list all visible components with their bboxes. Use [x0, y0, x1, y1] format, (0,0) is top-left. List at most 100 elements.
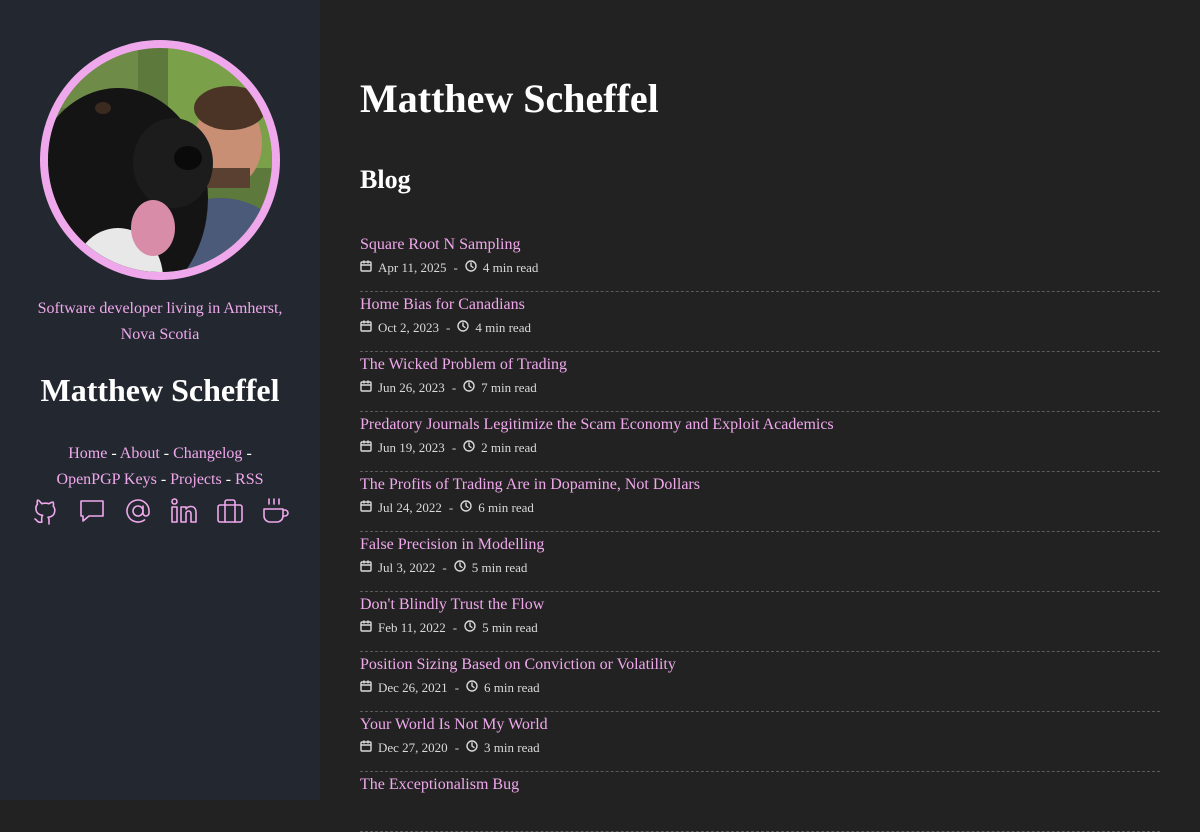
post-title-link[interactable]: Square Root N Sampling: [360, 232, 1160, 257]
nav-link-changelog[interactable]: Changelog: [173, 445, 242, 462]
calendar-icon: [360, 738, 378, 758]
post-read-time: 5 min read: [471, 560, 528, 575]
post-title-link[interactable]: The Profits of Trading Are in Dopamine, …: [360, 472, 1160, 497]
post-read-time: 7 min read: [481, 380, 537, 395]
post-meta: Oct 2, 2023- 4 min read: [360, 318, 1160, 338]
clock-icon: [463, 378, 481, 398]
main-content: Matthew Scheffel Blog Square Root N Samp…: [360, 0, 1160, 832]
meta-separator: -: [454, 680, 460, 695]
calendar-icon: [360, 558, 378, 578]
clock-icon: [460, 498, 478, 518]
github-icon[interactable]: [30, 495, 62, 527]
clock-icon: [454, 558, 472, 578]
linkedin-icon[interactable]: [168, 495, 200, 527]
post-date: Dec 27, 2020: [378, 740, 448, 755]
sidebar-nav: Home - About - Changelog - OpenPGP Keys …: [20, 441, 300, 493]
post-date: Feb 11, 2022: [378, 620, 446, 635]
post-item: The Wicked Problem of Trading Jun 26, 202…: [360, 352, 1160, 412]
social-links: [30, 494, 292, 528]
nav-link-projects[interactable]: Projects: [170, 471, 222, 488]
post-item: The Profits of Trading Are in Dopamine, …: [360, 472, 1160, 532]
clock-icon: [465, 258, 483, 278]
calendar-icon: [360, 378, 378, 398]
nav-separator: -: [163, 445, 170, 462]
post-meta: Dec 27, 2020- 3 min read: [360, 738, 1160, 758]
post-read-time: 6 min read: [484, 680, 540, 695]
post-title-link[interactable]: The Exceptionalism Bug: [360, 772, 1160, 797]
sidebar: Software developer living in Amherst, No…: [0, 0, 320, 800]
tagline: Software developer living in Amherst, No…: [37, 300, 283, 343]
clock-icon: [457, 318, 475, 338]
post-read-time: 4 min read: [482, 260, 539, 275]
meta-separator: -: [442, 560, 447, 575]
calendar-icon: [360, 438, 378, 458]
meta-separator: -: [454, 740, 460, 755]
meta-separator: -: [453, 260, 458, 275]
post-read-time: 4 min read: [475, 320, 531, 335]
meta-separator: -: [451, 440, 457, 455]
clock-icon: [464, 618, 482, 638]
post-meta: Feb 11, 2022- 5 min read: [360, 618, 1160, 638]
clock-icon: [463, 438, 481, 458]
post-item: Your World Is Not My World Dec 27, 2020- 3…: [360, 712, 1160, 772]
calendar-icon: [360, 498, 378, 518]
post-date: Jun 26, 2023: [378, 380, 445, 395]
post-item: Predatory Journals Legitimize the Scam E…: [360, 412, 1160, 472]
site-name: Matthew Scheffel: [40, 372, 280, 408]
post-read-time: 3 min read: [484, 740, 540, 755]
post-date: Dec 26, 2021: [378, 680, 448, 695]
post-item: Square Root N Sampling Apr 11, 2025- 4 min…: [360, 232, 1160, 292]
post-date: Jul 3, 2022: [378, 560, 436, 575]
post-item: The Exceptionalism Bug: [360, 772, 1160, 832]
nav-link-home[interactable]: Home: [68, 445, 107, 462]
post-item: Don't Blindly Trust the Flow Feb 11, 2022…: [360, 592, 1160, 652]
clock-icon: [466, 678, 484, 698]
calendar-icon: [360, 318, 378, 338]
nav-link-rss[interactable]: RSS: [235, 471, 263, 488]
post-meta: Jun 19, 2023- 2 min read: [360, 438, 1160, 458]
calendar-icon: [360, 258, 378, 278]
post-item: False Precision in Modelling Jul 3, 2022-…: [360, 532, 1160, 592]
post-title-link[interactable]: Don't Blindly Trust the Flow: [360, 592, 1160, 617]
post-item: Home Bias for Canadians Oct 2, 2023- 4 min…: [360, 292, 1160, 352]
nav-link-about[interactable]: About: [120, 445, 160, 462]
post-read-time: 5 min read: [482, 620, 538, 635]
post-date: Jul 24, 2022: [378, 500, 442, 515]
post-list: Square Root N Sampling Apr 11, 2025-4 min…: [360, 232, 1160, 832]
post-meta: Apr 11, 2025- 4 min read: [360, 258, 1160, 278]
clock-icon: [466, 738, 484, 758]
post-read-time: 6 min read: [478, 500, 534, 515]
page-title: Matthew Scheffel: [360, 76, 659, 121]
post-meta: Jun 26, 2023- 7 min read: [360, 378, 1160, 398]
meta-separator: -: [448, 500, 454, 515]
post-title-link[interactable]: The Wicked Problem of Trading: [360, 352, 1160, 377]
post-meta: Dec 26, 2021- 6 min read: [360, 678, 1160, 698]
post-meta: Jul 3, 2022- 5 min read: [360, 558, 1160, 578]
post-date: Oct 2, 2023: [378, 320, 440, 335]
chat-icon[interactable]: [76, 495, 108, 527]
post-date: Jun 19, 2023: [378, 440, 445, 455]
post-title-link[interactable]: False Precision in Modelling: [360, 532, 1160, 557]
post-title-link[interactable]: Home Bias for Canadians: [360, 292, 1160, 317]
meta-separator: -: [451, 380, 457, 395]
nav-separator: -: [225, 471, 232, 488]
meta-separator: -: [452, 620, 458, 635]
briefcase-icon[interactable]: [214, 495, 246, 527]
post-title-link[interactable]: Position Sizing Based on Conviction or V…: [360, 652, 1160, 677]
post-read-time: 2 min read: [481, 440, 537, 455]
meta-separator: -: [446, 320, 451, 335]
nav-separator: -: [111, 445, 117, 462]
post-title-link[interactable]: Your World Is Not My World: [360, 712, 1160, 737]
calendar-icon: [360, 678, 378, 698]
post-title-link[interactable]: Predatory Journals Legitimize the Scam E…: [360, 412, 1160, 437]
avatar: [40, 40, 280, 280]
nav-separator: -: [160, 471, 167, 488]
email-icon[interactable]: [122, 495, 154, 527]
nav-link-openpgp-keys[interactable]: OpenPGP Keys: [57, 471, 157, 488]
calendar-icon: [360, 618, 378, 638]
nav-separator: -: [246, 445, 252, 462]
post-item: Position Sizing Based on Conviction or V…: [360, 652, 1160, 712]
coffee-icon[interactable]: [260, 495, 292, 527]
profile-photo: [48, 48, 272, 272]
post-meta: Jul 24, 2022- 6 min read: [360, 498, 1160, 518]
